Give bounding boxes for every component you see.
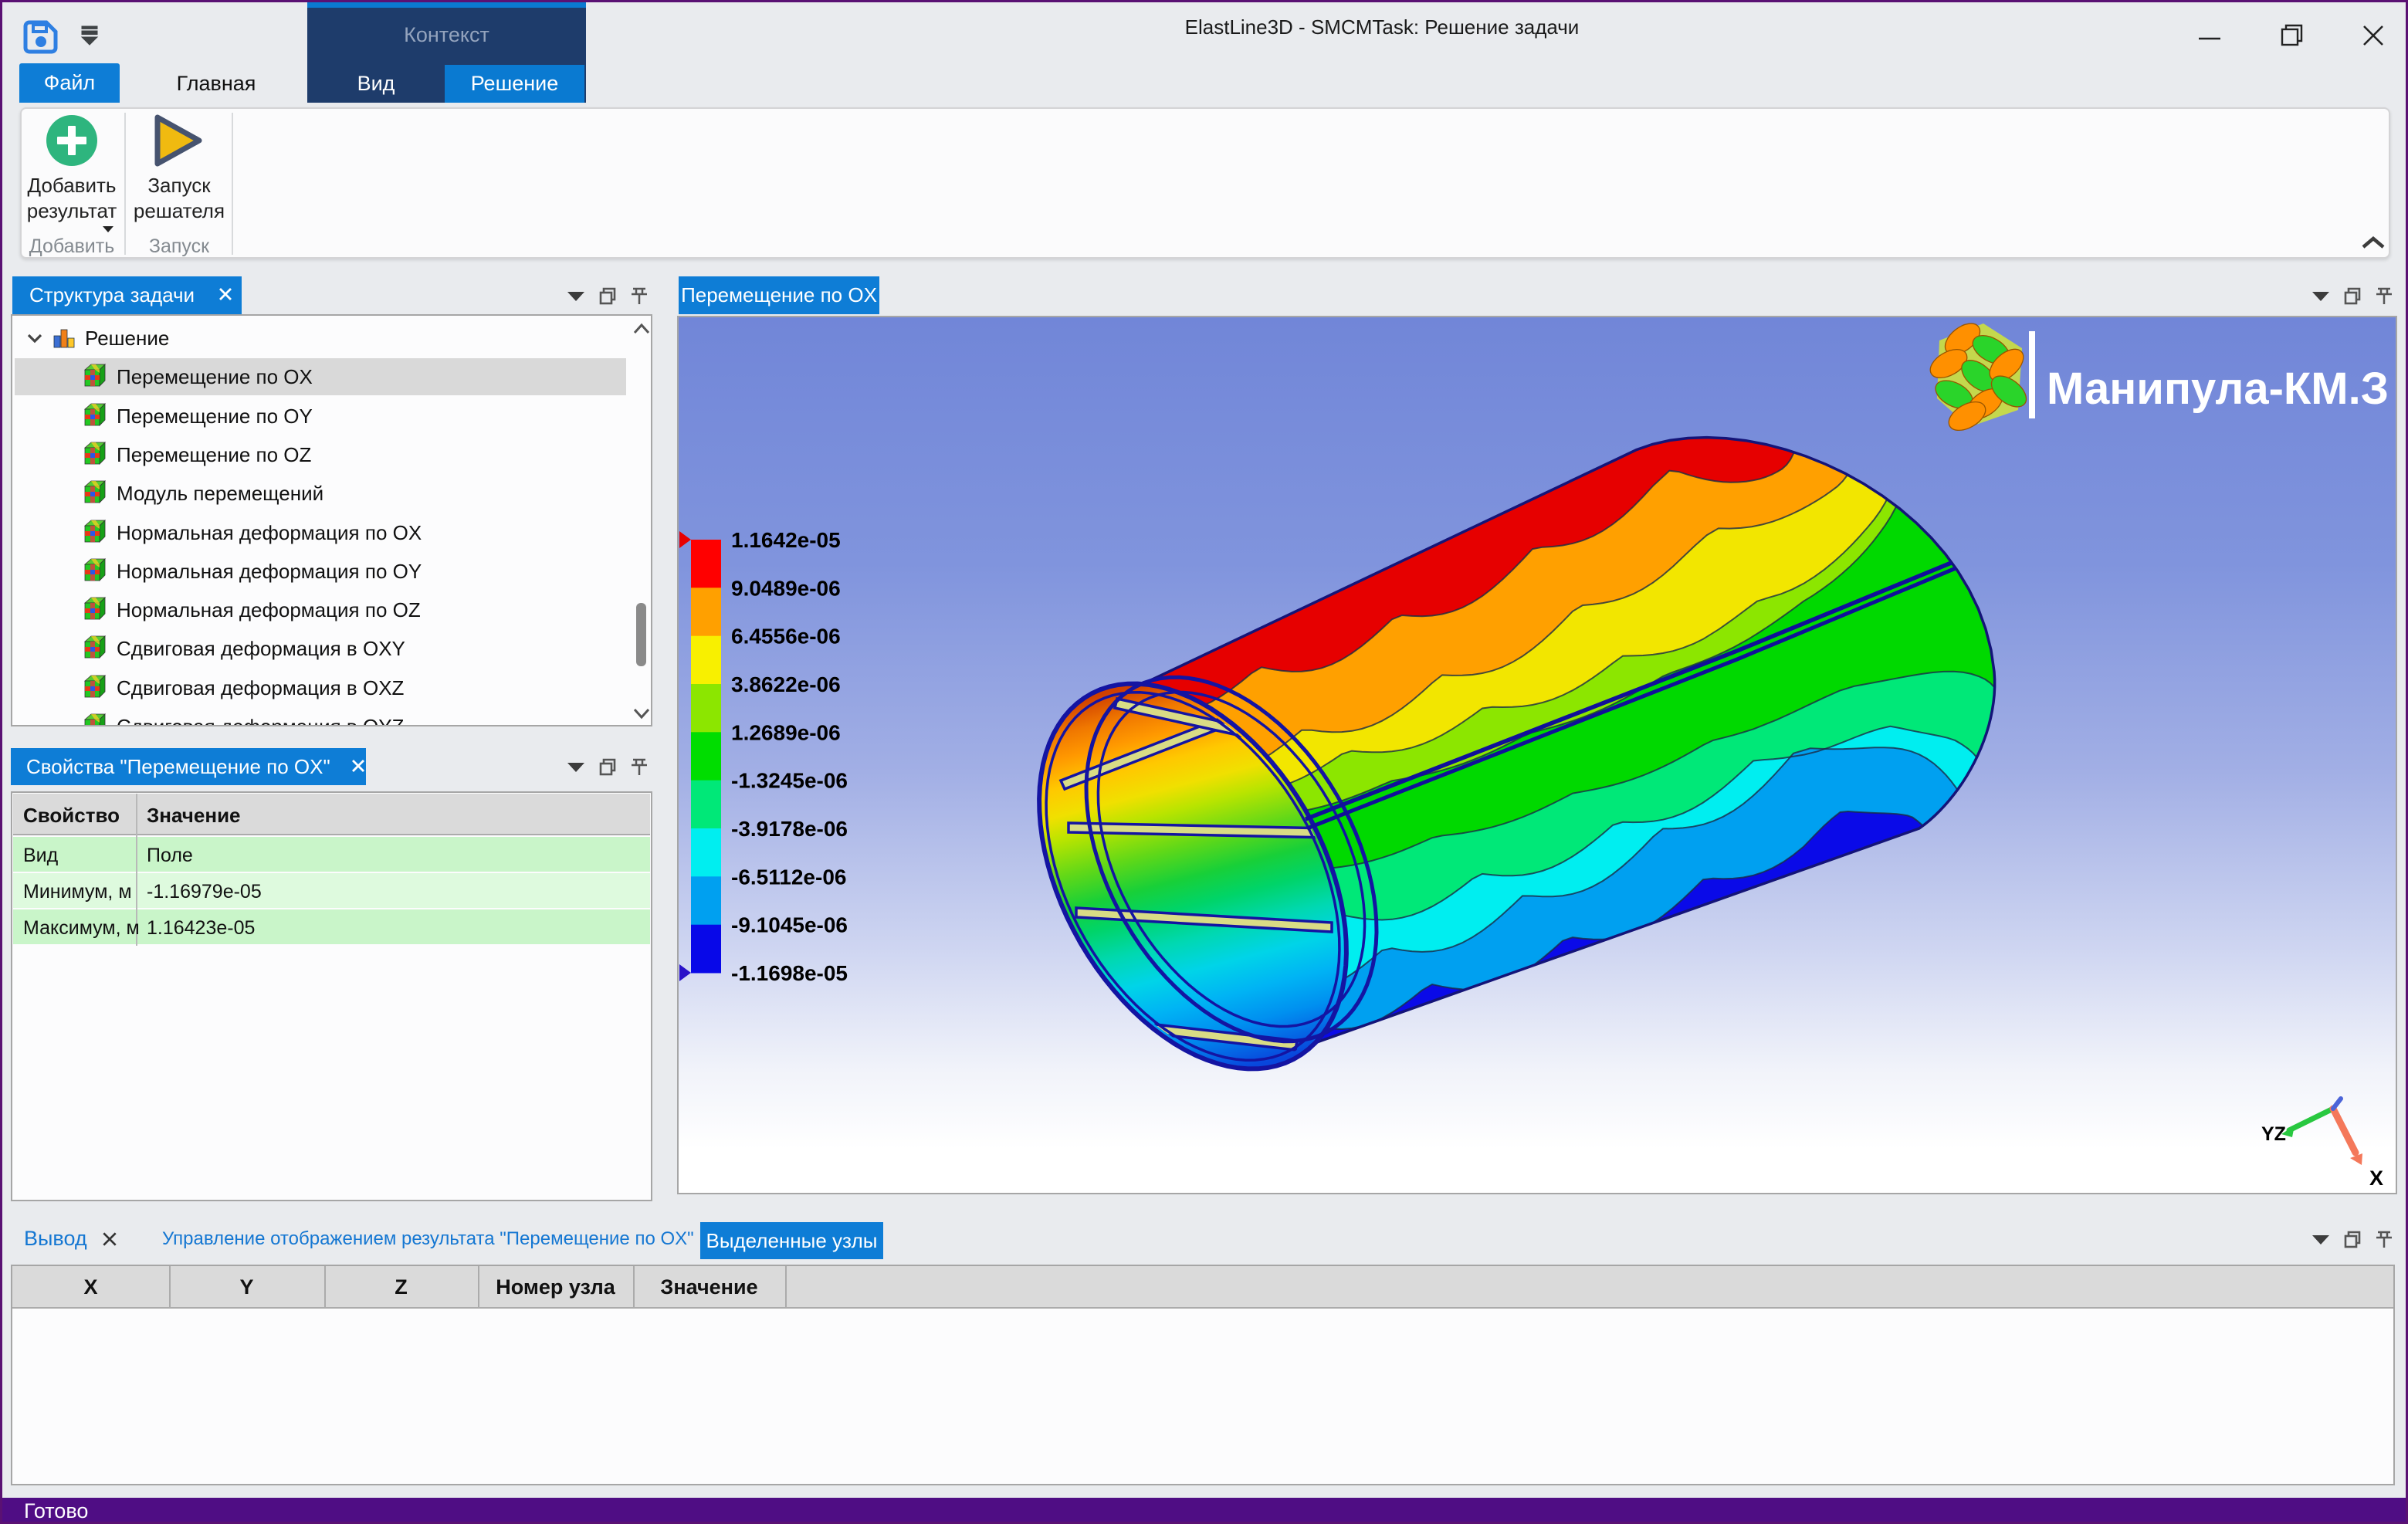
svg-text:-3.9178e-06: -3.9178e-06	[731, 817, 848, 841]
svg-text:Манипула-КМ.З: Манипула-КМ.З	[2047, 364, 2389, 414]
svg-text:X: X	[2369, 1167, 2383, 1190]
svg-text:6.4556e-06: 6.4556e-06	[731, 625, 841, 649]
svg-text:1.1642e-05: 1.1642e-05	[731, 528, 841, 552]
svg-text:-1.1698e-05: -1.1698e-05	[731, 961, 848, 985]
svg-text:9.0489e-06: 9.0489e-06	[731, 576, 841, 600]
svg-text:-9.1045e-06: -9.1045e-06	[731, 913, 848, 937]
svg-text:1.2689e-06: 1.2689e-06	[731, 720, 841, 744]
svg-text:3.8622e-06: 3.8622e-06	[731, 672, 841, 696]
svg-text:-6.5112e-06: -6.5112e-06	[731, 865, 846, 889]
svg-text:YZ: YZ	[2261, 1123, 2286, 1145]
svg-text:-1.3245e-06: -1.3245e-06	[731, 769, 848, 793]
